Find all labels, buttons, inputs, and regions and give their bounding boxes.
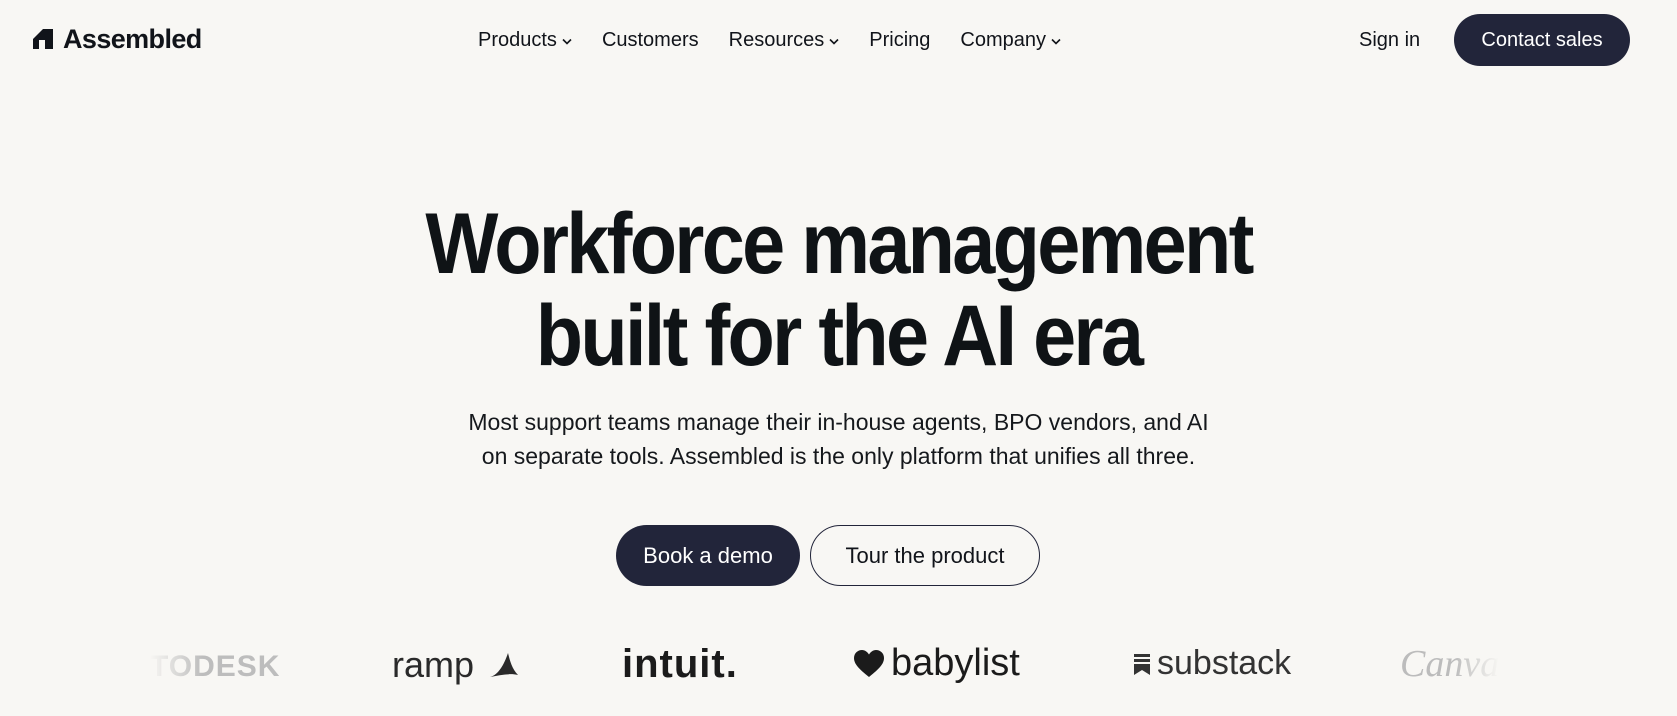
hero-title-line-2: built for the AI era xyxy=(535,288,1144,384)
canva-logo: Canva xyxy=(1400,642,1499,686)
canva-logo-text: Canva xyxy=(1400,643,1500,685)
autodesk-logo-text: TODESK xyxy=(150,650,281,683)
hero-subtitle-line-1: Most support teams manage their in-house… xyxy=(468,409,1209,435)
hero-title-line-1: Workforce management xyxy=(425,196,1254,292)
nav-item-company[interactable]: Company xyxy=(960,27,1061,53)
tour-product-button[interactable]: Tour the product xyxy=(810,525,1040,586)
substack-bookmark-icon xyxy=(1134,653,1150,675)
chevron-down-icon xyxy=(562,38,572,45)
customer-logo-strip: TODESK ramp intuit. babylist substack Ca… xyxy=(0,640,1677,700)
chevron-down-icon xyxy=(829,38,839,45)
substack-logo: substack xyxy=(1133,644,1291,683)
hero-subtitle-line-2: on separate tools. Assembled is the only… xyxy=(481,443,1196,469)
hero-subtitle: Most support teams manage their in-house… xyxy=(0,405,1677,473)
babylist-logo-text: babylist xyxy=(891,642,1020,684)
hero-cta-group: Book a demo Tour the product xyxy=(616,525,1040,586)
assembled-logo-icon xyxy=(33,29,53,49)
ramp-leaf-icon xyxy=(490,653,519,677)
nav-item-products[interactable]: Products xyxy=(478,27,572,53)
nav-item-resources[interactable]: Resources xyxy=(729,27,840,53)
ramp-logo-text: ramp xyxy=(392,644,475,685)
nav-item-label: Resources xyxy=(728,29,825,51)
substack-logo-text: substack xyxy=(1157,644,1292,682)
main-nav: Products Customers Resources Pricing Com… xyxy=(478,27,1091,53)
nav-item-pricing[interactable]: Pricing xyxy=(869,27,930,53)
page: Assembled Products Customers Resources P… xyxy=(0,0,1677,716)
intuit-logo: intuit. xyxy=(622,642,738,687)
hero-title: Workforce management built for the AI er… xyxy=(84,198,1593,382)
nav-item-label: Products xyxy=(478,29,557,51)
chevron-down-icon xyxy=(1051,38,1061,45)
babylist-logo: babylist xyxy=(853,642,1020,685)
nav-item-label: Pricing xyxy=(869,29,931,51)
ramp-logo: ramp xyxy=(392,644,520,686)
sign-in-link[interactable]: Sign in xyxy=(1359,27,1420,53)
book-demo-button[interactable]: Book a demo xyxy=(616,525,800,586)
nav-item-customers[interactable]: Customers xyxy=(602,27,699,53)
nav-item-label: Customers xyxy=(601,29,699,51)
nav-item-label: Company xyxy=(960,29,1046,51)
assembled-logo[interactable]: Assembled xyxy=(31,24,202,54)
intuit-logo-text: intuit. xyxy=(622,642,738,686)
heart-icon xyxy=(854,649,884,677)
autodesk-logo: TODESK xyxy=(150,650,280,684)
logo-text: Assembled xyxy=(63,24,202,54)
contact-sales-button[interactable]: Contact sales xyxy=(1454,14,1630,66)
